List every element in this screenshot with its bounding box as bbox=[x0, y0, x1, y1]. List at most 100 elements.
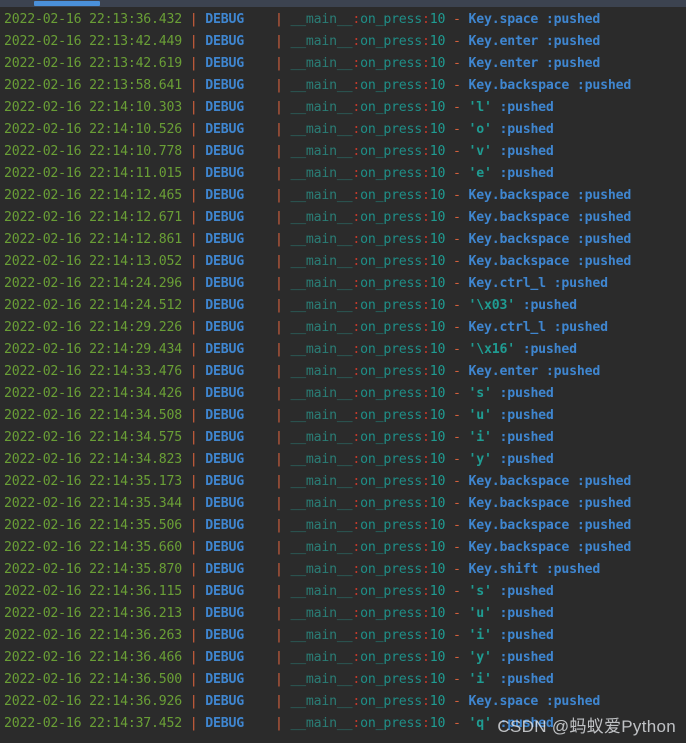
log-space bbox=[244, 100, 275, 115]
log-key-target: Key.backspace bbox=[468, 518, 570, 533]
log-space bbox=[182, 188, 190, 203]
log-dash: - bbox=[453, 650, 461, 665]
log-key-target: Key.space bbox=[468, 694, 539, 709]
log-dash: - bbox=[453, 320, 461, 335]
log-space bbox=[244, 408, 275, 423]
log-separator: | bbox=[189, 452, 198, 467]
log-separator: | bbox=[274, 320, 283, 335]
log-timestamp: 2022-02-16 22:14:24.296 bbox=[4, 276, 183, 291]
log-separator: | bbox=[189, 254, 198, 269]
log-separator: | bbox=[274, 540, 283, 555]
log-key-target: Key.enter bbox=[468, 56, 539, 71]
log-timestamp: 2022-02-16 22:14:13.052 bbox=[4, 254, 183, 269]
log-space bbox=[244, 672, 275, 687]
log-separator: | bbox=[189, 584, 198, 599]
log-status: :pushed bbox=[499, 672, 554, 687]
log-timestamp: 2022-02-16 22:14:11.015 bbox=[4, 166, 183, 181]
log-status: :pushed bbox=[499, 452, 554, 467]
log-function: on_press bbox=[360, 540, 423, 555]
log-separator: | bbox=[189, 650, 198, 665]
log-level: DEBUG bbox=[205, 188, 244, 203]
log-space bbox=[445, 408, 453, 423]
log-separator: | bbox=[274, 34, 283, 49]
log-key-target: 'u' bbox=[468, 606, 492, 621]
log-colon: : bbox=[422, 12, 430, 27]
log-space bbox=[244, 34, 275, 49]
log-line-number: 10 bbox=[429, 320, 446, 335]
log-space bbox=[461, 166, 469, 181]
log-separator: | bbox=[189, 496, 198, 511]
log-row: 2022-02-16 22:14:36.213 | DEBUG | __main… bbox=[0, 603, 686, 625]
log-separator: | bbox=[189, 100, 198, 115]
log-separator: | bbox=[274, 430, 283, 445]
log-line-number: 10 bbox=[429, 672, 446, 687]
log-line-number: 10 bbox=[429, 78, 446, 93]
log-module: __main__ bbox=[290, 496, 353, 511]
log-module: __main__ bbox=[290, 254, 353, 269]
log-space bbox=[461, 584, 469, 599]
log-status: :pushed bbox=[576, 496, 632, 511]
log-status: :pushed bbox=[545, 56, 601, 71]
log-space bbox=[461, 122, 469, 137]
log-line-number: 10 bbox=[429, 408, 446, 423]
log-dash: - bbox=[453, 606, 461, 621]
log-colon: : bbox=[422, 122, 430, 137]
log-row: 2022-02-16 22:14:35.344 | DEBUG | __main… bbox=[0, 493, 686, 515]
log-function: on_press bbox=[360, 78, 423, 93]
horizontal-scrollbar-track[interactable] bbox=[0, 0, 686, 7]
log-row: 2022-02-16 22:14:12.861 | DEBUG | __main… bbox=[0, 229, 686, 251]
log-colon: : bbox=[352, 628, 361, 643]
log-key-target: Key.backspace bbox=[468, 78, 570, 93]
log-space bbox=[445, 474, 453, 489]
log-space bbox=[461, 694, 469, 709]
horizontal-scrollbar-thumb[interactable] bbox=[34, 1, 100, 6]
log-separator: | bbox=[274, 298, 283, 313]
log-status: :pushed bbox=[545, 12, 601, 27]
log-colon: : bbox=[352, 364, 361, 379]
log-separator: | bbox=[274, 12, 283, 27]
log-output-area[interactable]: 2022-02-16 22:13:36.432 | DEBUG | __main… bbox=[0, 7, 686, 743]
log-function: on_press bbox=[360, 452, 423, 467]
log-space bbox=[461, 100, 469, 115]
log-separator: | bbox=[274, 56, 283, 71]
log-space bbox=[182, 254, 190, 269]
log-row: 2022-02-16 22:14:36.263 | DEBUG | __main… bbox=[0, 625, 686, 647]
log-row: 2022-02-16 22:14:24.296 | DEBUG | __main… bbox=[0, 273, 686, 295]
log-dash: - bbox=[453, 78, 461, 93]
log-timestamp: 2022-02-16 22:14:12.861 bbox=[4, 232, 183, 247]
log-status: :pushed bbox=[545, 364, 601, 379]
log-colon: : bbox=[352, 496, 361, 511]
log-space bbox=[445, 518, 453, 533]
log-colon: : bbox=[352, 188, 361, 203]
log-level: DEBUG bbox=[205, 100, 244, 115]
log-space bbox=[569, 496, 577, 511]
log-row: 2022-02-16 22:14:34.823 | DEBUG | __main… bbox=[0, 449, 686, 471]
log-colon: : bbox=[352, 78, 361, 93]
log-space bbox=[515, 298, 523, 313]
log-status: :pushed bbox=[576, 78, 632, 93]
log-module: __main__ bbox=[290, 408, 353, 423]
log-separator: | bbox=[274, 562, 283, 577]
log-space bbox=[515, 342, 523, 357]
log-function: on_press bbox=[360, 562, 423, 577]
log-level: DEBUG bbox=[205, 386, 244, 401]
log-separator: | bbox=[274, 452, 283, 467]
log-separator: | bbox=[189, 408, 198, 423]
log-space bbox=[569, 540, 577, 555]
log-colon: : bbox=[352, 342, 361, 357]
log-space bbox=[244, 540, 275, 555]
log-space bbox=[182, 144, 190, 159]
log-module: __main__ bbox=[290, 562, 353, 577]
log-timestamp: 2022-02-16 22:14:35.870 bbox=[4, 562, 183, 577]
log-module: __main__ bbox=[290, 100, 353, 115]
log-separator: | bbox=[189, 144, 198, 159]
log-line-number: 10 bbox=[429, 276, 446, 291]
log-space bbox=[244, 144, 275, 159]
log-separator: | bbox=[274, 694, 283, 709]
log-function: on_press bbox=[360, 144, 423, 159]
log-line-number: 10 bbox=[429, 210, 446, 225]
log-dash: - bbox=[453, 474, 461, 489]
log-colon: : bbox=[422, 232, 430, 247]
log-colon: : bbox=[422, 320, 430, 335]
log-dash: - bbox=[453, 232, 461, 247]
